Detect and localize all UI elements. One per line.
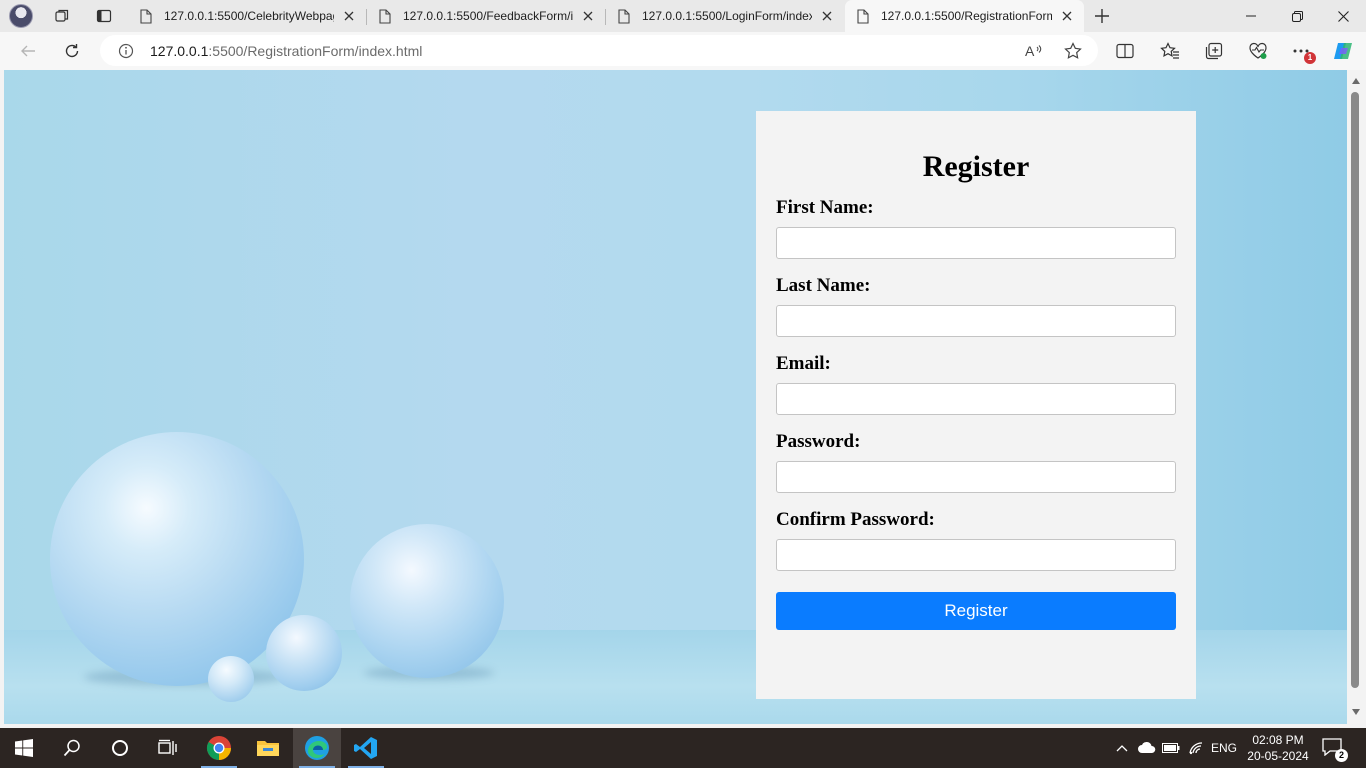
restore-button[interactable] (1274, 0, 1320, 32)
minimize-button[interactable] (1228, 0, 1274, 32)
search-icon (63, 739, 80, 757)
show-hidden-icons-button[interactable] (1112, 728, 1132, 768)
wifi-tray-icon[interactable] (1185, 728, 1207, 768)
url-host: 127.0.0.1 (150, 42, 209, 59)
favorites-icon[interactable] (1159, 40, 1181, 62)
address-bar[interactable]: 127.0.0.1:5500/RegistrationForm/index.ht… (100, 35, 1098, 66)
password-input[interactable] (776, 461, 1176, 493)
restore-icon (1291, 10, 1303, 22)
url-path: :5500/RegistrationForm/index.html (208, 42, 423, 59)
page-icon (857, 8, 869, 24)
first-name-input[interactable] (776, 227, 1176, 259)
tab-actions-icon[interactable] (94, 6, 114, 26)
clock-time: 02:08 PM (1252, 733, 1304, 747)
tab-feedback[interactable]: 127.0.0.1:5500/FeedbackForm/index.html (367, 0, 605, 32)
chrome-icon (206, 736, 231, 760)
back-button[interactable] (16, 39, 40, 63)
vertical-scrollbar[interactable] (1347, 70, 1366, 724)
task-view-button[interactable] (144, 728, 192, 768)
page-icon (379, 8, 391, 24)
chrome-app[interactable] (195, 728, 243, 768)
taskbar: ENG 02:08 PM 20-05-2024 2 (0, 728, 1366, 768)
task-view-icon (158, 739, 177, 755)
email-label: Email: (776, 353, 831, 374)
tab-title: 127.0.0.1:5500/LoginForm/index.html (642, 9, 812, 23)
cortana-button[interactable] (96, 728, 144, 768)
tab-strip: 127.0.0.1:5500/CelebrityWebpage/index.ht… (0, 0, 1366, 32)
last-name-label: Last Name: (776, 275, 871, 296)
minimize-icon (1246, 15, 1256, 17)
edge-app[interactable] (293, 728, 341, 768)
refresh-button[interactable] (60, 39, 84, 63)
tab-title: 127.0.0.1:5500/CelebrityWebpage/index.ht… (164, 9, 334, 23)
action-center-button[interactable]: 2 (1322, 738, 1348, 762)
close-tab-icon[interactable] (820, 9, 834, 23)
page-icon (618, 8, 630, 24)
plus-icon (1095, 9, 1109, 23)
folder-icon (257, 741, 279, 756)
tab-registration[interactable]: 127.0.0.1:5500/RegistrationForm/index.ht… (845, 0, 1084, 32)
close-tab-icon[interactable] (581, 9, 595, 23)
back-arrow-icon (21, 45, 35, 57)
vscode-app[interactable] (342, 728, 390, 768)
cortana-icon (112, 740, 128, 756)
background-sphere-medium (350, 524, 504, 678)
page-icon (140, 8, 152, 24)
refresh-icon (65, 44, 79, 58)
close-window-button[interactable] (1320, 0, 1366, 32)
tab-celebrity[interactable]: 127.0.0.1:5500/CelebrityWebpage/index.ht… (128, 0, 366, 32)
notification-badge: 1 (1304, 52, 1316, 64)
register-button[interactable]: Register (776, 592, 1176, 630)
close-tab-icon[interactable] (1060, 9, 1074, 23)
close-tab-icon[interactable] (342, 9, 356, 23)
tab-login[interactable]: 127.0.0.1:5500/LoginForm/index.html (606, 0, 844, 32)
tab-title: 127.0.0.1:5500/RegistrationForm/index.ht… (881, 9, 1052, 23)
url-text[interactable]: 127.0.0.1:5500/RegistrationForm/index.ht… (150, 43, 422, 59)
vscode-icon (354, 737, 377, 759)
language-indicator[interactable]: ENG (1208, 728, 1240, 768)
onedrive-tray-icon[interactable] (1136, 728, 1158, 768)
battery-tray-icon[interactable] (1160, 728, 1182, 768)
favorite-star-icon[interactable] (1063, 41, 1083, 61)
close-icon (1337, 10, 1349, 22)
edge-icon (305, 736, 329, 760)
new-tab-button[interactable] (1092, 6, 1112, 26)
clock-date: 20-05-2024 (1247, 749, 1309, 763)
windows-logo-icon (15, 739, 33, 757)
notification-count: 2 (1335, 749, 1348, 762)
registration-form: Register First Name: Last Name: Email: P… (756, 111, 1196, 699)
tab-title: 127.0.0.1:5500/FeedbackForm/index.html (403, 9, 573, 23)
first-name-label: First Name: (776, 197, 874, 218)
address-toolbar: 127.0.0.1:5500/RegistrationForm/index.ht… (0, 32, 1366, 70)
system-clock[interactable]: 02:08 PM 20-05-2024 (1240, 732, 1316, 764)
copilot-icon[interactable] (1332, 40, 1354, 62)
collections-icon[interactable] (1203, 40, 1225, 62)
scrollbar-thumb[interactable] (1351, 92, 1359, 688)
file-explorer-app[interactable] (244, 728, 292, 768)
email-input[interactable] (776, 383, 1176, 415)
scroll-up-arrow-icon[interactable] (1351, 76, 1361, 86)
scroll-down-arrow-icon[interactable] (1351, 707, 1361, 717)
background-sphere-small (266, 615, 342, 691)
svg-text:A: A (1025, 43, 1035, 59)
browser-essentials-icon[interactable] (1247, 40, 1269, 62)
workspaces-icon[interactable] (52, 6, 72, 26)
background-sphere-tiny (208, 656, 254, 702)
start-button[interactable] (0, 728, 48, 768)
page-viewport: Register First Name: Last Name: Email: P… (4, 70, 1347, 724)
password-label: Password: (776, 431, 861, 452)
form-title: Register (922, 150, 1030, 183)
more-options-button[interactable]: 1 (1290, 40, 1316, 64)
read-aloud-icon[interactable]: A (1024, 41, 1044, 61)
split-screen-icon[interactable] (1114, 40, 1136, 62)
last-name-input[interactable] (776, 305, 1176, 337)
search-button[interactable] (48, 728, 96, 768)
site-info-icon[interactable] (118, 43, 134, 59)
profile-avatar[interactable] (9, 4, 33, 28)
chevron-up-icon (1116, 745, 1128, 752)
confirm-password-label: Confirm Password: (776, 509, 935, 530)
confirm-password-input[interactable] (776, 539, 1176, 571)
